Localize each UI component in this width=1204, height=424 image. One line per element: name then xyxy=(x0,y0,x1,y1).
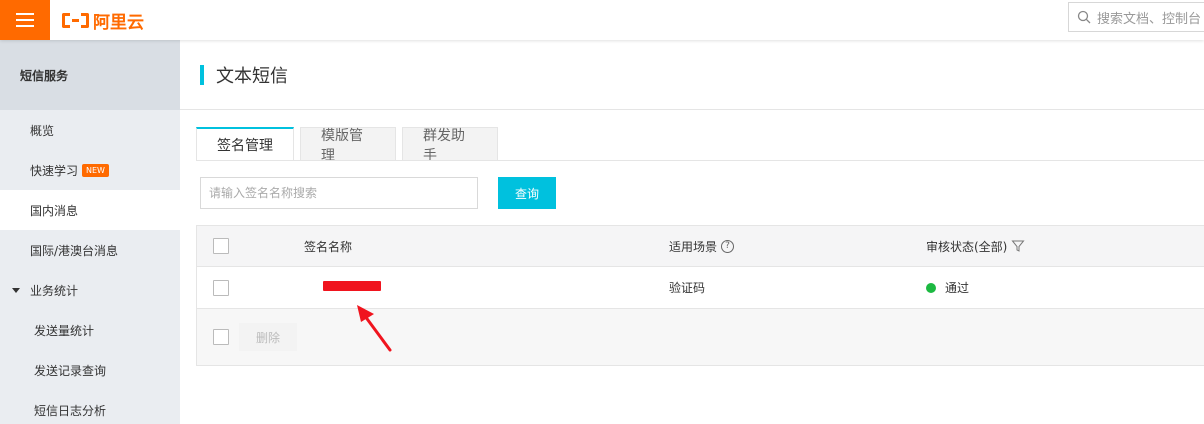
sidebar-item-send-volume-stats[interactable]: 发送量统计 xyxy=(0,310,180,350)
sidebar-item-business-stats[interactable]: 业务统计 xyxy=(0,270,180,310)
status-ok-icon xyxy=(926,282,936,293)
sidebar-item-international-messages[interactable]: 国际/港澳台消息 xyxy=(0,230,180,270)
top-bar: 阿里云 搜索文档、控制台 xyxy=(0,0,1204,40)
sidebar-item-quick-learn[interactable]: 快速学习 NEW xyxy=(0,150,180,190)
query-button[interactable]: 查询 xyxy=(498,177,556,209)
delete-button[interactable]: 删除 xyxy=(239,323,297,351)
signature-table: 签名名称 适用场景 ? 审核状态(全部) 验证码 通过 删除 xyxy=(196,225,1204,366)
main-content: 文本短信 签名管理 模版管理 群发助手 查询 签名名称 适用场景 ? 审核状态(… xyxy=(180,40,1204,424)
signature-search-input[interactable] xyxy=(200,177,478,209)
table-row: 验证码 通过 xyxy=(197,267,1204,309)
table-footer: 删除 xyxy=(197,309,1204,365)
sidebar-item-send-records[interactable]: 发送记录查询 xyxy=(0,350,180,390)
aliyun-logo[interactable]: 阿里云 xyxy=(62,8,144,33)
aliyun-logo-icon xyxy=(62,12,89,28)
page-header: 文本短信 xyxy=(180,40,1204,110)
annotation-arrow-icon xyxy=(357,305,392,352)
table-header: 签名名称 适用场景 ? 审核状态(全部) xyxy=(197,226,1204,267)
row-status: 通过 xyxy=(926,279,969,296)
sidebar-item-overview[interactable]: 概览 xyxy=(0,110,180,150)
column-header-status: 审核状态(全部) xyxy=(926,238,1025,255)
column-header-name: 签名名称 xyxy=(304,239,353,254)
tab-bar: 签名管理 模版管理 群发助手 xyxy=(196,127,504,164)
sidebar-item-log-analysis[interactable]: 短信日志分析 xyxy=(0,390,180,424)
filter-icon[interactable] xyxy=(1011,239,1025,253)
title-accent-bar xyxy=(200,64,204,85)
logo-text: 阿里云 xyxy=(93,12,144,33)
search-icon xyxy=(1077,10,1091,24)
menu-toggle-button[interactable] xyxy=(0,0,50,40)
tabs-divider xyxy=(196,160,1204,161)
select-all-checkbox[interactable] xyxy=(213,238,229,254)
tab-template-management[interactable]: 模版管理 xyxy=(300,127,396,164)
caret-down-icon xyxy=(12,287,20,293)
footer-select-all-checkbox[interactable] xyxy=(213,329,229,345)
sidebar-item-domestic-messages[interactable]: 国内消息 xyxy=(0,190,180,230)
tab-signature-management[interactable]: 签名管理 xyxy=(196,127,294,161)
new-badge: NEW xyxy=(82,163,109,177)
column-header-scene: 适用场景 ? xyxy=(669,238,735,255)
global-search-placeholder: 搜索文档、控制台 xyxy=(1097,11,1202,27)
tab-bulk-send-assistant[interactable]: 群发助手 xyxy=(402,127,498,164)
redacted-signature-name xyxy=(323,281,381,291)
global-search-input[interactable]: 搜索文档、控制台 xyxy=(1068,2,1204,32)
row-scene: 验证码 xyxy=(669,281,706,295)
row-checkbox[interactable] xyxy=(213,280,229,296)
sidebar: 短信服务 概览 快速学习 NEW 国内消息 国际/港澳台消息 业务统计 发送量统… xyxy=(0,40,180,424)
page-title: 文本短信 xyxy=(216,65,288,87)
sidebar-header: 短信服务 xyxy=(0,40,180,110)
hamburger-icon xyxy=(16,13,34,15)
help-icon[interactable]: ? xyxy=(721,239,735,253)
